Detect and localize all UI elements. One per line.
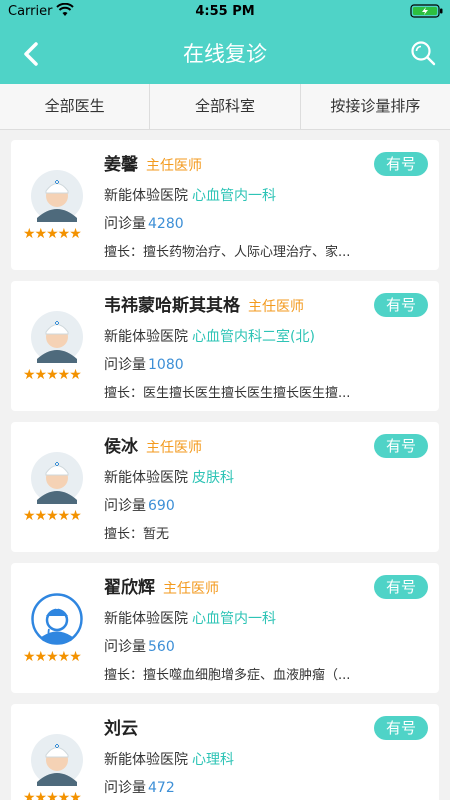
consult-row: 问诊量 690 [104,495,175,515]
hospital-row: 新能体验医院 心血管内一科 [104,608,276,628]
doctor-skill: 擅长：擅长噬血细胞增多症、血液肿瘤（... [104,668,351,683]
consult-count: 690 [148,498,175,514]
rating-stars: ★★★★★ [23,649,82,665]
doctor-name-row: 姜馨 主任医师 [104,150,202,175]
department-name: 皮肤科 [192,470,234,486]
department-name: 心血管内一科 [192,188,276,204]
consult-count: 560 [148,639,175,655]
consult-row: 问诊量 560 [104,636,175,656]
doctor-name-row: 刘云 [104,714,146,739]
rating-stars: ★★★★★ [23,508,82,524]
department-name: 心血管内一科 [192,611,276,627]
doctor-title: 主任医师 [163,581,219,597]
consult-row: 问诊量 4280 [104,213,184,233]
doctor-name-row: 侯冰 主任医师 [104,432,202,457]
department-name: 心血管内科二室(北) [192,329,315,345]
status-bar: Carrier 4:55 PM [0,0,450,24]
rating-stars: ★★★★★ [23,226,82,242]
consult-row: 问诊量 472 [104,777,175,797]
filter-all-doctors[interactable]: 全部医生 [0,84,151,129]
hospital-name: 新能体验医院 [104,470,188,486]
hospital-row: 新能体验医院 心理科 [104,749,234,769]
doctor-card[interactable]: ★★★★★ 韦祎蒙哈斯其其格 主任医师 新能体验医院 心血管内科二室(北) 问诊量 1… [11,281,439,411]
doctor-card[interactable]: ★★★★★ 刘云 新能体验医院 心理科 问诊量 472 有号 [11,704,439,800]
doctor-avatar-icon [31,734,83,786]
consult-count: 4280 [148,216,184,232]
doctor-title: 主任医师 [146,440,202,456]
doctor-title: 主任医师 [146,158,202,174]
doctor-name: 韦祎蒙哈斯其其格 [104,296,240,316]
consult-label: 问诊量 [104,639,146,655]
hospital-name: 新能体验医院 [104,752,188,768]
doctor-avatar-icon [31,593,83,645]
department-name: 心理科 [192,752,234,768]
nav-bar: 在线复诊 [0,24,450,84]
doctor-skill: 擅长：暂无 [104,527,170,542]
consult-label: 问诊量 [104,780,146,796]
doctor-card[interactable]: ★★★★★ 侯冰 主任医师 新能体验医院 皮肤科 问诊量 690 擅长：暂无 有号 [11,422,439,552]
doctor-name: 侯冰 [104,437,138,457]
consult-label: 问诊量 [104,498,146,514]
doctor-skill: 擅长：擅长药物治疗、人际心理治疗、家... [104,245,351,260]
hospital-row: 新能体验医院 心血管内科二室(北) [104,326,315,346]
doctor-skill: 擅长：医生擅长医生擅长医生擅长医生擅... [104,386,351,401]
filter-all-departments[interactable]: 全部科室 [150,84,301,129]
doctor-name: 姜馨 [104,155,138,175]
doctor-card[interactable]: ★★★★★ 翟欣辉 主任医师 新能体验医院 心血管内一科 问诊量 560 擅长：擅长噬… [11,563,439,693]
doctor-title: 主任医师 [248,299,304,315]
consult-label: 问诊量 [104,357,146,373]
hospital-name: 新能体验医院 [104,611,188,627]
hospital-name: 新能体验医院 [104,188,188,204]
availability-badge[interactable]: 有号 [374,152,428,176]
consult-count: 1080 [148,357,184,373]
filter-sort-by-consults[interactable]: 按接诊量排序 [301,84,450,129]
hospital-row: 新能体验医院 心血管内一科 [104,185,276,205]
consult-row: 问诊量 1080 [104,354,184,374]
consult-label: 问诊量 [104,216,146,232]
doctor-name: 刘云 [104,719,138,739]
doctor-card[interactable]: ★★★★★ 姜馨 主任医师 新能体验医院 心血管内一科 问诊量 4280 擅长：擅长药… [11,140,439,270]
doctor-name: 翟欣辉 [104,578,155,598]
rating-stars: ★★★★★ [23,790,82,800]
hospital-name: 新能体验医院 [104,329,188,345]
availability-badge[interactable]: 有号 [374,716,428,740]
hospital-row: 新能体验医院 皮肤科 [104,467,234,487]
battery-icon [410,4,443,18]
doctor-name-row: 翟欣辉 主任医师 [104,573,219,598]
filter-bar: 全部医生 全部科室 按接诊量排序 [0,84,450,130]
doctor-avatar-icon [31,311,83,363]
availability-badge[interactable]: 有号 [374,293,428,317]
doctor-name-row: 韦祎蒙哈斯其其格 主任医师 [104,291,304,316]
consult-count: 472 [148,780,175,796]
status-time: 4:55 PM [195,4,255,19]
search-icon[interactable] [410,40,436,66]
app-header: Carrier 4:55 PM 在线复诊 [0,0,450,84]
availability-badge[interactable]: 有号 [374,575,428,599]
rating-stars: ★★★★★ [23,367,82,383]
page-title: 在线复诊 [183,42,267,66]
availability-badge[interactable]: 有号 [374,434,428,458]
doctor-avatar-icon [31,170,83,222]
doctor-avatar-icon [31,452,83,504]
